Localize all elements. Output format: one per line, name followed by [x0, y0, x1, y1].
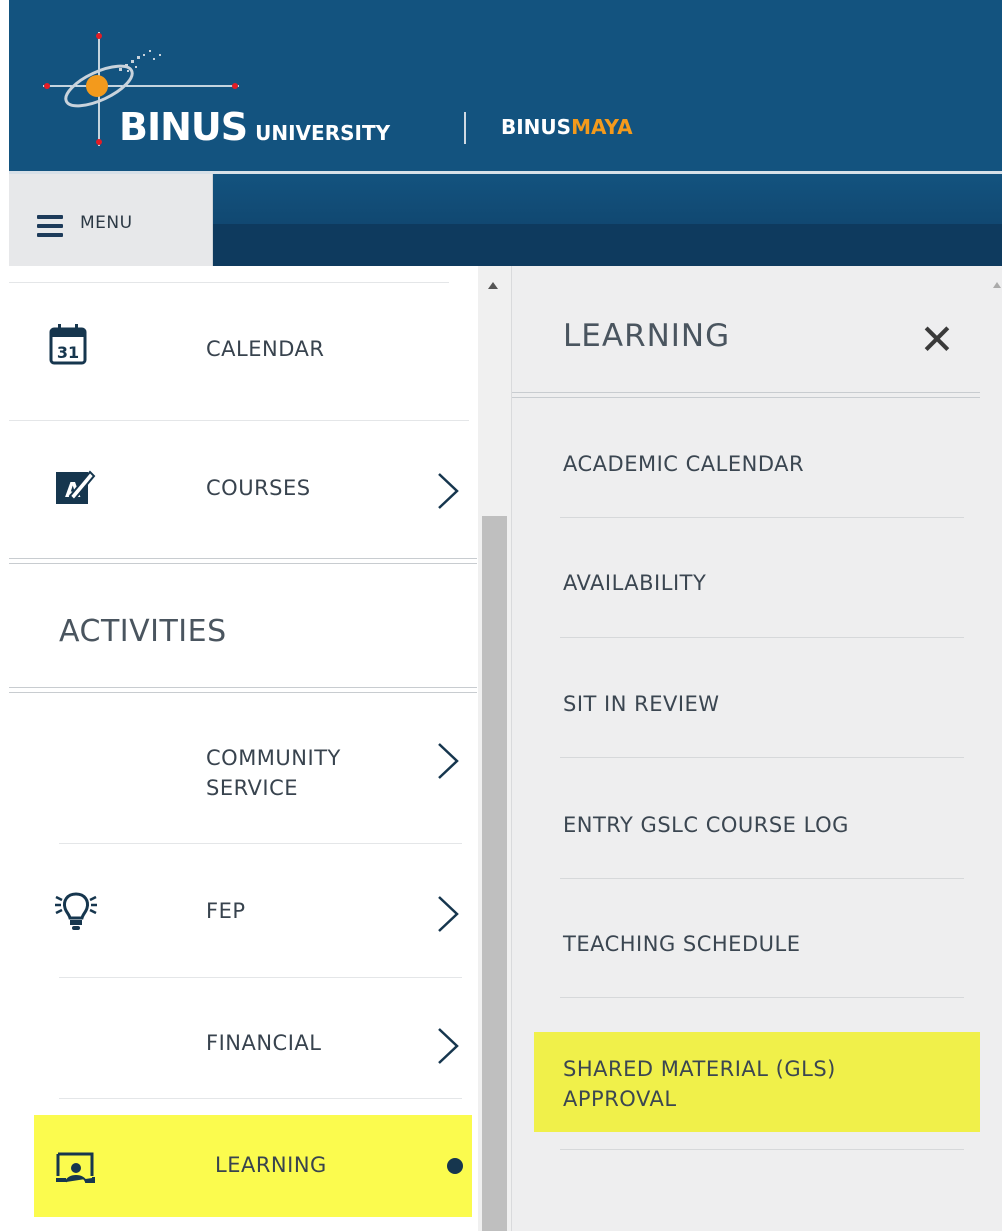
submenu-item-entry-gslc-course-log[interactable]: ENTRY GSLC COURSE LOG — [563, 810, 849, 840]
nav-item-label: COURSES — [206, 476, 311, 500]
calendar-icon: 31 — [49, 324, 87, 365]
binusmaya-part-b: MAYA — [571, 115, 633, 139]
brand-separator — [464, 112, 466, 144]
nav-item-label: FEP — [206, 899, 246, 923]
nav-item-fep[interactable]: FEP — [9, 844, 469, 977]
submenu-title-divider — [512, 392, 980, 398]
submenu-panel-learning: LEARNING ✕ ACADEMIC CALENDAR AVAILABILIT… — [511, 266, 1002, 1231]
section-divider — [9, 558, 477, 564]
brand-university: UNIVERSITY — [255, 121, 391, 145]
courses-icon: A — [56, 470, 96, 504]
nav-item-label: CALENDAR — [206, 337, 325, 361]
chevron-right-icon — [438, 473, 459, 509]
scrollbar-thumb[interactable] — [482, 516, 507, 1231]
presentation-icon — [56, 1152, 95, 1183]
site-header: BINUS UNIVERSITY BINUSMAYA — [9, 0, 1002, 171]
nav-item-community-service[interactable]: COMMUNITY SERVICE — [9, 693, 469, 843]
active-indicator-dot — [447, 1158, 463, 1174]
menu-bar: MENU — [9, 174, 1002, 266]
nav-item-calendar[interactable]: 31 CALENDAR — [9, 283, 469, 420]
chevron-right-icon — [438, 1028, 459, 1064]
divider — [560, 757, 964, 758]
submenu-item-sit-in-review[interactable]: SIT IN REVIEW — [563, 689, 720, 719]
scroll-up-arrow-icon[interactable] — [488, 282, 498, 289]
binus-logo[interactable]: BINUS UNIVERSITY BINUSMAYA — [39, 28, 699, 158]
close-icon[interactable]: ✕ — [917, 319, 957, 361]
brand-name: BINUS UNIVERSITY — [119, 105, 390, 149]
scroll-up-arrow-icon[interactable] — [993, 282, 1001, 288]
chevron-right-icon — [438, 743, 459, 779]
nav-item-label: FINANCIAL — [206, 1031, 322, 1055]
submenu-item-shared-material-approval[interactable]: SHARED MATERIAL (GLS) APPROVAL — [534, 1032, 980, 1132]
divider — [560, 878, 964, 879]
menu-button[interactable]: MENU — [9, 174, 213, 266]
nav-item-learning[interactable]: LEARNING — [34, 1115, 472, 1217]
menu-label: MENU — [80, 213, 133, 233]
chevron-right-icon — [438, 896, 459, 932]
left-panel-scrollbar[interactable] — [478, 266, 511, 1231]
lightbulb-icon — [55, 892, 97, 930]
divider — [560, 517, 964, 518]
submenu-title: LEARNING — [563, 318, 731, 354]
nav-item-courses[interactable]: A COURSES — [9, 421, 469, 559]
submenu-item-label: SHARED MATERIAL (GLS) APPROVAL — [563, 1057, 836, 1111]
left-nav-panel: 31 CALENDAR A COURSES ACTIVITIES COMMUNI… — [9, 266, 478, 1231]
nav-item-financial[interactable]: FINANCIAL — [9, 978, 469, 1098]
section-title-activities: ACTIVITIES — [59, 614, 227, 649]
submenu-item-teaching-schedule[interactable]: TEACHING SCHEDULE — [563, 929, 800, 959]
nav-item-label: COMMUNITY SERVICE — [206, 746, 341, 800]
submenu-item-academic-calendar[interactable]: ACADEMIC CALENDAR — [563, 449, 804, 479]
divider — [59, 1098, 462, 1099]
submenu-item-availability[interactable]: AVAILABILITY — [563, 568, 706, 598]
divider — [560, 637, 964, 638]
hamburger-icon — [37, 215, 63, 242]
binusmaya-logo: BINUSMAYA — [501, 115, 633, 139]
divider — [560, 997, 964, 998]
menu-bar-fill — [213, 174, 1002, 266]
brand-binus: BINUS — [119, 105, 248, 149]
calendar-icon-day: 31 — [57, 343, 79, 362]
nav-item-label: LEARNING — [215, 1153, 327, 1177]
divider — [560, 1149, 964, 1150]
binusmaya-part-a: BINUS — [501, 115, 572, 139]
